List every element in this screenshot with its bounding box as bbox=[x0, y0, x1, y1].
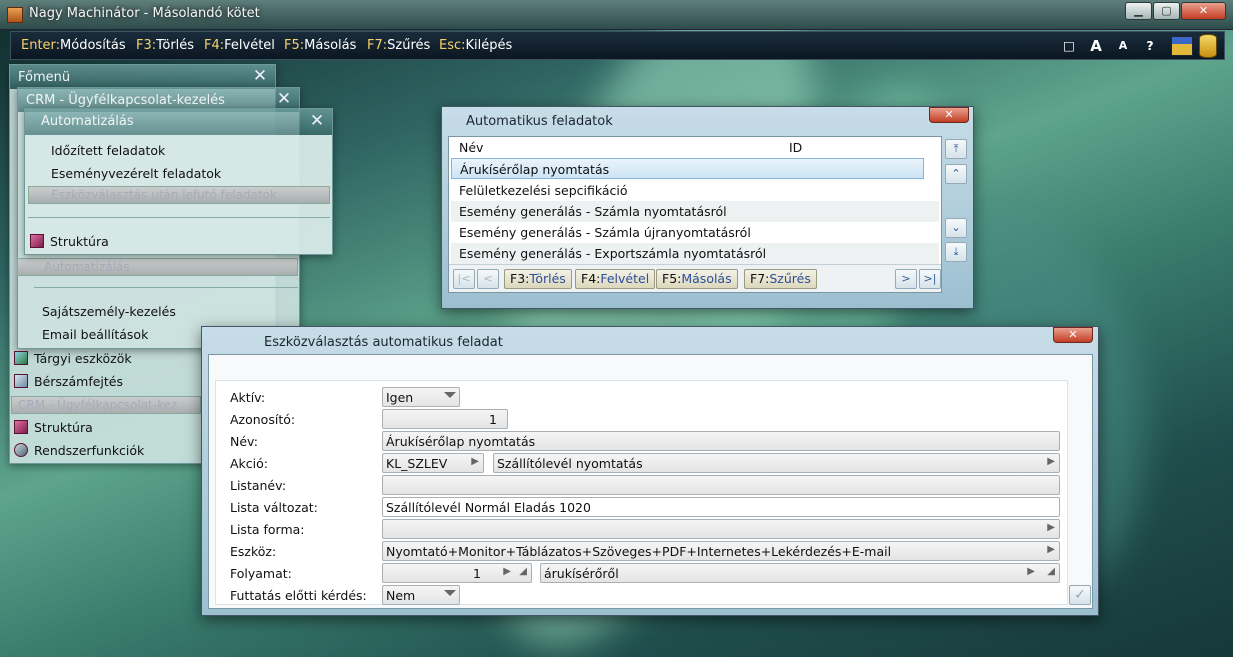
main-menu-title: Főmenü bbox=[10, 65, 275, 89]
label-eszkoz: Eszköz: bbox=[230, 544, 277, 559]
form-title: Eszközválasztás automatikus feladat bbox=[264, 335, 503, 350]
database-icon[interactable] bbox=[1199, 34, 1217, 58]
auto-tasks-window: Automatikus feladatok ✕ Név ID Árukísérő… bbox=[441, 106, 974, 309]
toolbar-f4[interactable]: F4:Felvétel bbox=[204, 38, 275, 53]
menu-separator bbox=[34, 287, 298, 288]
close-icon[interactable]: ✕ bbox=[251, 67, 269, 85]
akcio-name-field[interactable]: Szállítólevél nyomtatás ▶ bbox=[493, 453, 1060, 473]
close-icon[interactable]: ✕ bbox=[308, 112, 326, 130]
auto-tasks-title: Automatikus feladatok bbox=[466, 114, 613, 129]
scroll-top-icon[interactable]: ⤒ bbox=[945, 139, 967, 159]
label-lista-valtozat: Lista változat: bbox=[230, 500, 318, 515]
label-aktiv: Aktív: bbox=[230, 390, 266, 405]
close-window-button[interactable]: ✕ bbox=[1181, 2, 1226, 20]
table-row[interactable]: Esemény generálás - Számla újranyomtatás… bbox=[451, 222, 939, 243]
scroll-up-icon[interactable]: ⌃ bbox=[945, 164, 967, 184]
aktiv-select[interactable]: Igen bbox=[382, 387, 460, 407]
function-key-toolbar: Enter:Módosítás F3:Törlés F4:Felvétel F5… bbox=[10, 31, 1225, 60]
font-larger-icon[interactable]: A bbox=[1085, 35, 1107, 57]
filter-button[interactable]: F7:Szűrés bbox=[744, 269, 817, 289]
listanev-field[interactable] bbox=[382, 475, 1060, 495]
automation-menu-panel: Automatizálás ✕ Időzített feladatok Esem… bbox=[24, 108, 333, 255]
menu-item-struktura-auto[interactable]: Struktúra bbox=[30, 234, 109, 249]
automation-menu-body: Időzített feladatok Eseményvezérelt fela… bbox=[25, 135, 332, 254]
ok-check-icon[interactable]: ✓ bbox=[1069, 585, 1091, 605]
last-page-button[interactable]: >| bbox=[919, 269, 941, 289]
lista-valtozat-field[interactable]: Szállítólevél Normál Eladás 1020 bbox=[382, 497, 1060, 517]
close-icon[interactable]: ✕ bbox=[275, 90, 293, 108]
toolbar-f5[interactable]: F5:Másolás bbox=[284, 38, 356, 53]
window-title: Nagy Machinátor - Másolandó kötet bbox=[29, 6, 260, 21]
label-akcio: Akció: bbox=[230, 456, 268, 471]
menu-item-email[interactable]: Email beállítások bbox=[42, 327, 148, 342]
font-smaller-icon[interactable]: A bbox=[1112, 35, 1134, 57]
menu-item-idozitett[interactable]: Időzített feladatok bbox=[51, 143, 165, 158]
form-fields: Aktív: Igen Azonosító: 1 Név: Árukíséről… bbox=[215, 380, 1068, 605]
window-titlebar: Nagy Machinátor - Másolandó kötet ▁ ▢ ✕ bbox=[0, 0, 1233, 30]
table-row[interactable]: Esemény generálás - Exportszámla nyomtat… bbox=[451, 243, 939, 264]
label-nev: Név: bbox=[230, 434, 258, 449]
form-window: Eszközválasztás automatikus feladat ✕ Ak… bbox=[201, 326, 1099, 616]
toolbar-f7[interactable]: F7:Szűrés bbox=[367, 38, 430, 53]
scroll-bottom-icon[interactable]: ⤓ bbox=[945, 242, 967, 262]
add-button[interactable]: F4:Felvétel bbox=[575, 269, 656, 289]
close-icon[interactable]: ✕ bbox=[929, 107, 969, 123]
label-azonosito: Azonosító: bbox=[230, 412, 296, 427]
menu-item-struktura[interactable]: Struktúra bbox=[14, 420, 93, 435]
futtatas-select[interactable]: Nem bbox=[382, 585, 460, 605]
menu-item-esemenyvezerelt[interactable]: Eseményvezérelt feladatok bbox=[51, 166, 221, 181]
azonosito-field[interactable]: 1 bbox=[382, 409, 508, 429]
eszkoz-field[interactable]: Nyomtató+Monitor+Táblázatos+Szöveges+PDF… bbox=[382, 541, 1060, 561]
menu-separator bbox=[28, 217, 330, 218]
menu-item-berszam[interactable]: Bérszámfejtés bbox=[14, 374, 123, 389]
toolbar-f3[interactable]: F3:Törlés bbox=[136, 38, 194, 53]
table-row[interactable]: Felületkezelési sepcifikáció bbox=[451, 180, 939, 201]
toolbar-enter[interactable]: Enter:Módosítás bbox=[21, 38, 126, 53]
menu-item-crm-disabled: CRM - Ügyfélkapcsolat-kez bbox=[11, 396, 201, 414]
menu-item-sajatszemely[interactable]: Sajátszemély-kezelés bbox=[42, 304, 176, 319]
label-lista-forma: Lista forma: bbox=[230, 522, 305, 537]
lista-forma-field[interactable]: ▶ bbox=[382, 519, 1060, 539]
maximize-button[interactable]: ▢ bbox=[1153, 2, 1180, 20]
copy-button[interactable]: F5:Másolás bbox=[656, 269, 738, 289]
monitor-icon[interactable] bbox=[1171, 36, 1193, 56]
menu-item-automatizalas-disabled: Automatizálás bbox=[17, 258, 298, 276]
toolbar-esc[interactable]: Esc:Kilépés bbox=[439, 38, 512, 53]
help-icon[interactable]: ? bbox=[1139, 35, 1161, 57]
app-icon bbox=[7, 7, 23, 23]
folyamat-number-field[interactable]: 1 ▶ ◢ bbox=[382, 563, 532, 583]
menu-item-eszkozvalasztas-disabled: Eszközválasztás után lefutó feladatok bbox=[28, 186, 330, 204]
automation-menu-title: Automatizálás bbox=[25, 109, 332, 135]
label-folyamat: Folyamat: bbox=[230, 566, 292, 581]
scroll-down-icon[interactable]: ⌄ bbox=[945, 218, 967, 238]
nev-field[interactable]: Árukísérőlap nyomtatás bbox=[382, 431, 1060, 451]
column-header-nev[interactable]: Név bbox=[459, 140, 483, 155]
akcio-code-field[interactable]: KL_SZLEV ▶ bbox=[382, 453, 484, 473]
label-listanev: Listanév: bbox=[230, 478, 287, 493]
menu-item-rendszer[interactable]: Rendszerfunkciók bbox=[14, 443, 144, 458]
label-futtatas: Futtatás előtti kérdés: bbox=[230, 588, 367, 603]
delete-button[interactable]: F3:Törlés bbox=[504, 269, 572, 289]
window-mode-icon[interactable]: □ bbox=[1058, 35, 1080, 57]
folyamat-name-field[interactable]: árukísérőről ▶ ◢ bbox=[540, 563, 1060, 583]
column-header-id[interactable]: ID bbox=[789, 140, 802, 155]
next-page-button[interactable]: > bbox=[895, 269, 917, 289]
first-page-button[interactable]: |< bbox=[453, 269, 475, 289]
table-row[interactable]: Árukísérőlap nyomtatás bbox=[451, 158, 924, 179]
form-body: Aktív: Igen Azonosító: 1 Név: Árukíséről… bbox=[208, 354, 1093, 609]
table-row[interactable]: Esemény generálás - Számla nyomtatásról bbox=[451, 201, 939, 222]
grid-header: Név ID bbox=[449, 137, 941, 157]
auto-tasks-grid: Név ID Árukísérőlap nyomtatás Felületkez… bbox=[448, 136, 942, 293]
prev-page-button[interactable]: < bbox=[477, 269, 499, 289]
menu-item-targyi[interactable]: Tárgyi eszközök bbox=[14, 351, 132, 366]
close-icon[interactable]: ✕ bbox=[1053, 327, 1093, 343]
minimize-button[interactable]: ▁ bbox=[1125, 2, 1152, 20]
grid-button-bar: |< < F3:Törlés F4:Felvétel F5:Másolás F7… bbox=[449, 264, 941, 292]
